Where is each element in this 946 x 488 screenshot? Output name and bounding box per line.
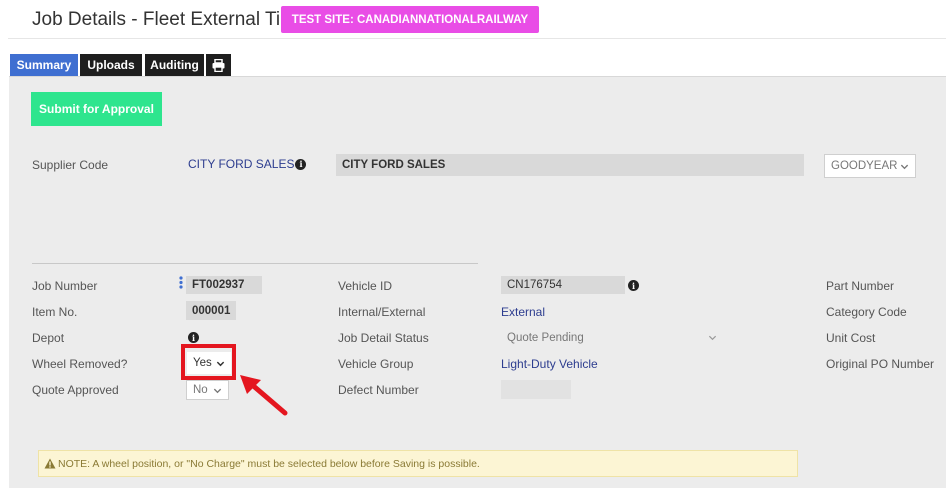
job-detail-status-select[interactable]: Quote Pending [501,327,723,348]
internal-external-label: Internal/External [338,305,426,319]
job-detail-status-label: Job Detail Status [338,331,429,345]
vehicle-info-icon[interactable]: i [628,280,639,291]
tab-summary[interactable]: Summary [10,54,78,76]
supplier-code-label: Supplier Code [32,158,109,172]
page-title: Job Details - Fleet External Tires [32,9,307,30]
defect-number-label: Defect Number [338,383,419,397]
original-po-number-label: Original PO Number [826,357,935,371]
section-divider [32,263,478,264]
chevron-down-icon [213,388,222,393]
tab-print[interactable] [206,54,231,76]
part-number-label: Part Number [826,279,895,293]
unit-cost-label: Unit Cost [826,331,876,345]
brand-select[interactable]: GOODYEAR [824,154,916,178]
job-number-field: FT002937 [186,276,262,294]
vehicle-id-label: Vehicle ID [338,279,393,293]
red-arrow-icon [240,375,288,416]
summary-panel [9,76,946,488]
warning-icon [44,458,56,469]
header-divider [8,38,946,39]
item-no-field: 000001 [186,301,236,320]
notice-text: NOTE: A wheel position, or "No Charge" m… [58,457,480,470]
tab-uploads[interactable]: Uploads [80,54,142,76]
job-number-label: Job Number [32,279,98,293]
chevron-down-icon [708,335,717,341]
highlight-box [181,344,236,380]
test-site-badge: TEST SITE: CANADIANNATIONALRAILWAY [281,6,539,33]
category-code-label: Category Code [826,305,907,319]
quote-approved-value: No [193,384,208,396]
supplier-info-icon[interactable]: i [295,158,307,170]
depot-label: Depot [32,331,65,345]
brand-select-value: GOODYEAR [831,160,898,172]
supplier-code-link[interactable]: CITY FORD SALES [188,157,294,171]
supplier-name-field: CITY FORD SALES [336,154,804,176]
item-no-label: Item No. [32,305,78,319]
vehicle-group-value: Light-Duty Vehicle [501,357,598,371]
vehicle-id-field: CN176754 [501,276,625,294]
submit-for-approval-button[interactable]: Submit for Approval [31,92,162,126]
job-detail-status-value: Quote Pending [507,331,584,344]
quote-approved-select[interactable]: No [186,380,229,400]
defect-number-input[interactable] [501,380,571,399]
internal-external-value: External [501,305,546,319]
vehicle-group-label: Vehicle Group [338,357,414,371]
quote-approved-label: Quote Approved [32,383,119,397]
supplier-code-group: CITY FORD SALES i [188,157,307,171]
tab-auditing[interactable]: Auditing [145,54,204,76]
wheel-removed-label: Wheel Removed? [32,357,128,371]
notice-bar: NOTE: A wheel position, or "No Charge" m… [38,450,798,477]
chevron-down-icon [900,164,909,169]
depot-info-icon[interactable]: i [188,332,199,343]
print-icon [212,58,225,72]
